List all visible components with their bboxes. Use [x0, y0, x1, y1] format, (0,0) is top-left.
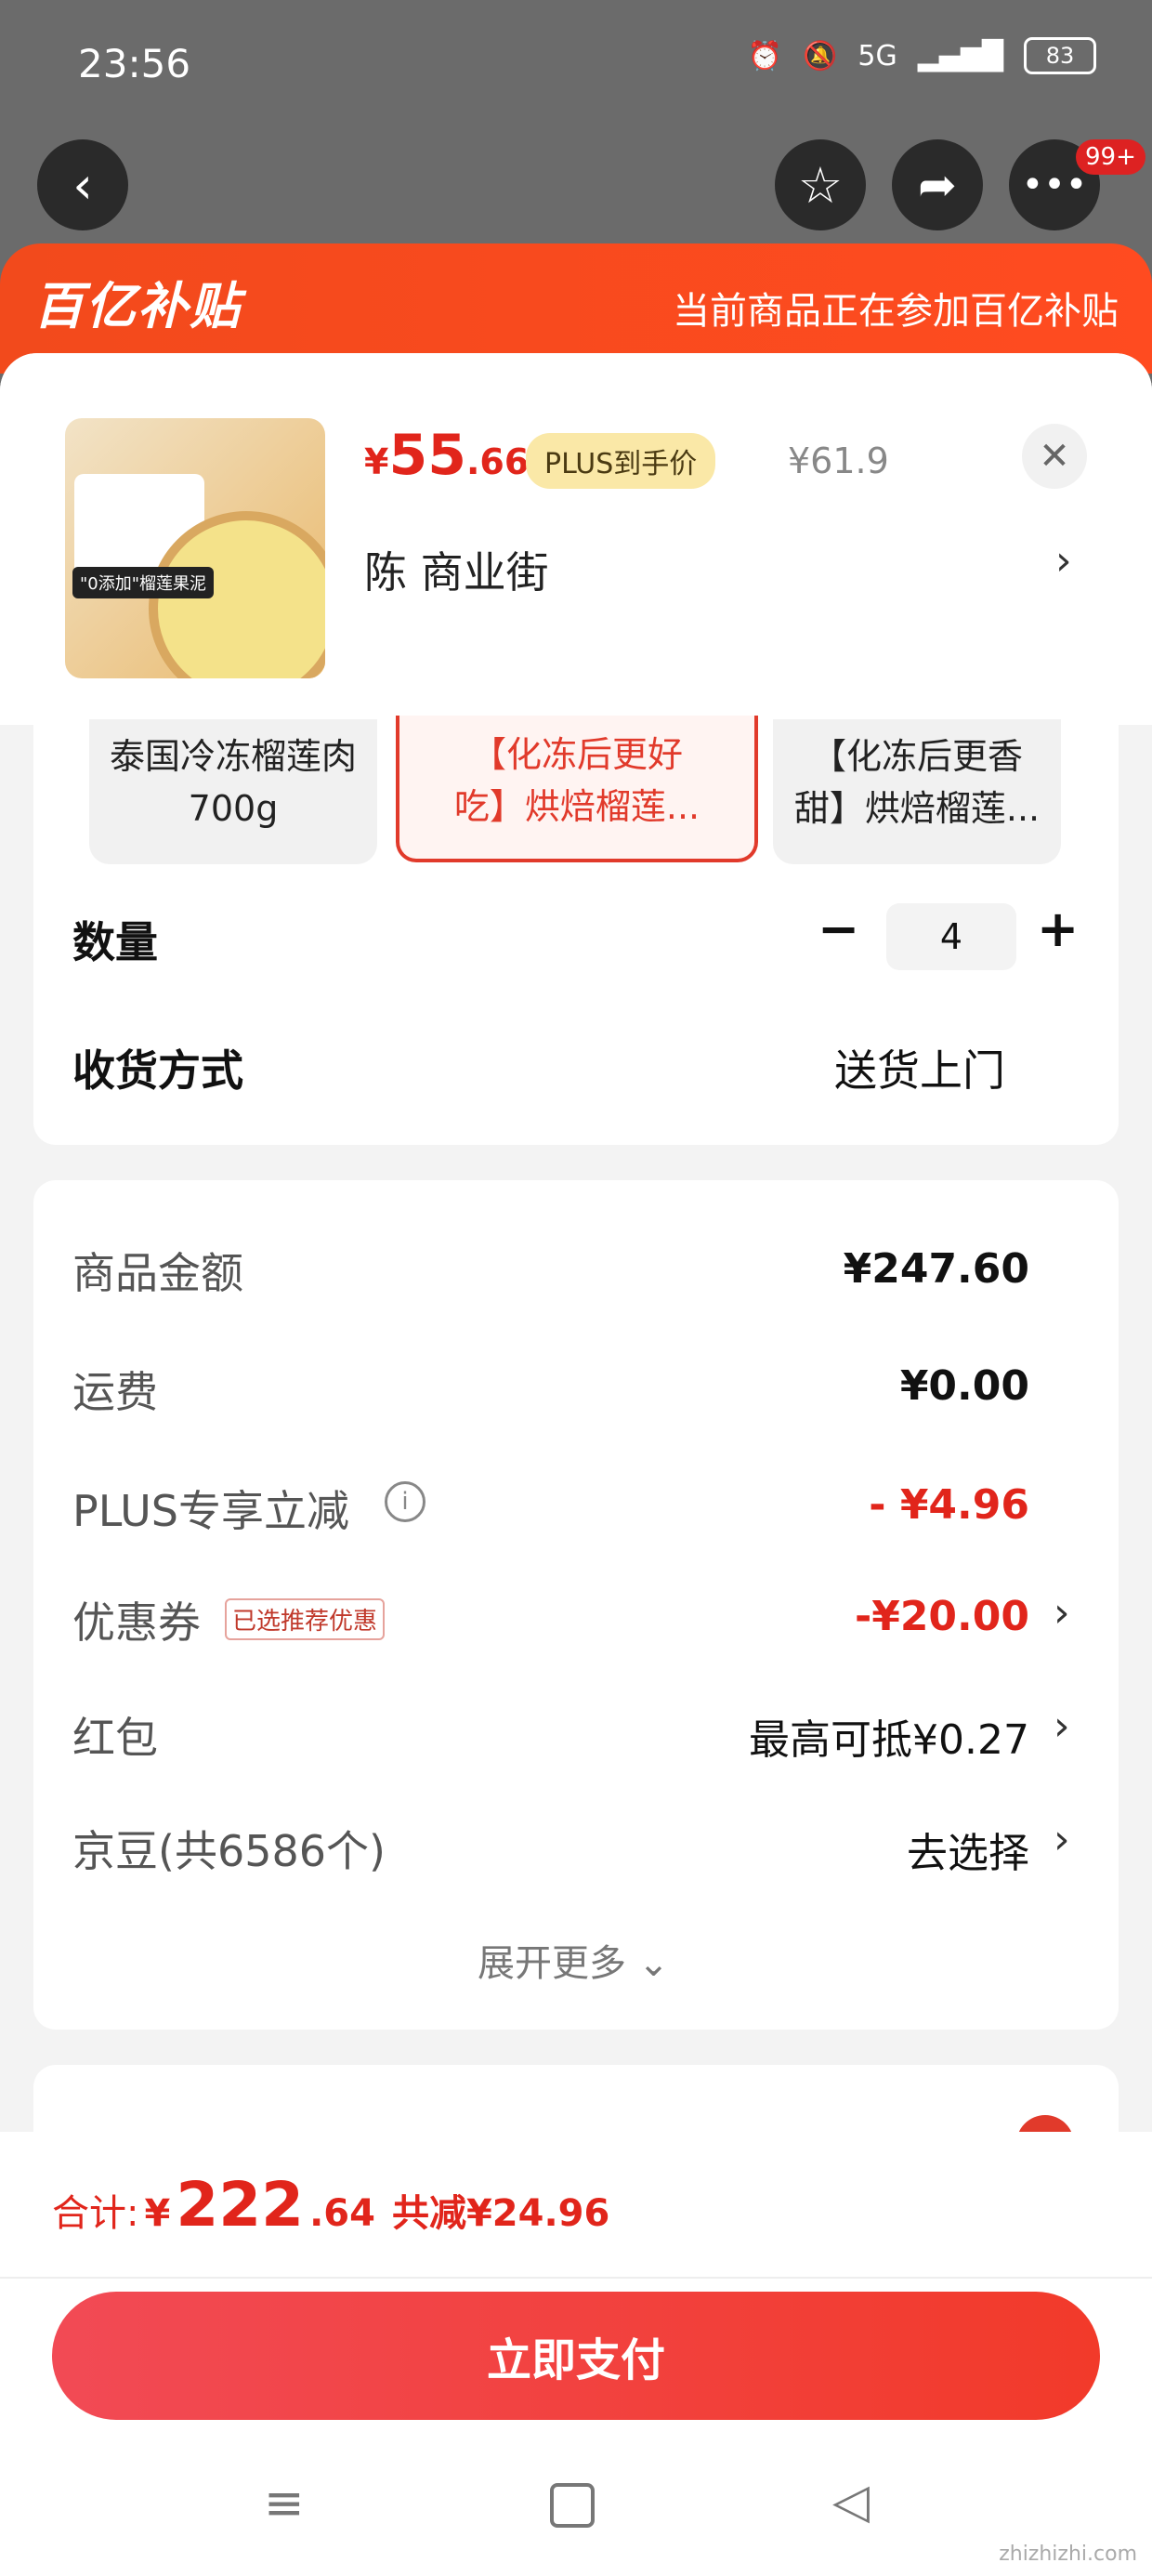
- variant-1-line2: 700g: [188, 788, 279, 829]
- info-icon[interactable]: i: [385, 1481, 425, 1522]
- product-image-label: "0添加"榴莲果泥: [72, 567, 215, 598]
- plus-discount-label: PLUS专享立减: [72, 1486, 349, 1536]
- signal-icon: ▂▄▆█: [917, 39, 1003, 72]
- coupon-label: 优惠券: [72, 1597, 201, 1648]
- price-symbol: ¥: [364, 441, 389, 482]
- checkout-divider: [0, 2277, 1152, 2279]
- variant-chip-2[interactable]: 【化冻后更好 吃】烘焙榴莲...: [396, 716, 758, 862]
- subsidy-logo: 百亿补贴: [33, 277, 242, 335]
- battery-icon: 83: [1024, 37, 1096, 74]
- total-decimal: .64: [309, 2192, 375, 2235]
- plus-price-tag: PLUS到手价: [526, 433, 716, 489]
- delivery-method-value[interactable]: 送货上门: [834, 1037, 1005, 1098]
- chevron-left-icon: ‹: [72, 155, 93, 215]
- product-price: ¥ 55 .66: [364, 423, 529, 488]
- price-decimal: .66: [465, 441, 530, 482]
- hongbao-chevron-icon[interactable]: ›: [1054, 1702, 1070, 1750]
- shipping-value: ¥0.00: [899, 1362, 1029, 1410]
- quantity-input[interactable]: 4: [886, 903, 1016, 970]
- delivery-address[interactable]: 陈 商业街: [364, 539, 549, 600]
- close-icon: ✕: [1039, 435, 1070, 478]
- plus-discount-value: - ¥4.96: [869, 1481, 1029, 1529]
- status-time: 23:56: [78, 41, 191, 86]
- price-integer: 55: [388, 423, 466, 488]
- hongbao-label: 红包: [72, 1713, 158, 1763]
- alarm-icon: ⏰: [747, 39, 782, 72]
- home-icon[interactable]: [550, 2483, 595, 2528]
- close-button[interactable]: ✕: [1022, 424, 1087, 489]
- coupon-tag: 已选推荐优惠: [225, 1598, 386, 1640]
- total-summary: 合计: ¥ 222 .64 共减¥24.96: [52, 2169, 609, 2241]
- variant-3-line2: 甜】烘焙榴莲...: [793, 788, 1041, 829]
- favorite-button[interactable]: ☆: [775, 139, 866, 230]
- variant-chip-1[interactable]: 泰国冷冻榴莲肉 700g: [89, 719, 377, 864]
- goods-amount-label: 商品金额: [72, 1248, 243, 1298]
- mute-icon: 🔕: [803, 39, 838, 72]
- hongbao-value[interactable]: 最高可抵¥0.27: [749, 1706, 1029, 1766]
- goods-amount-value: ¥247.60: [843, 1245, 1029, 1293]
- expand-more-button[interactable]: 展开更多 ⌄: [478, 1933, 669, 1987]
- chevron-down-icon: ⌄: [637, 1942, 670, 1985]
- total-label: 合计:: [52, 2192, 139, 2235]
- coupon-value[interactable]: -¥20.00: [855, 1593, 1029, 1640]
- watermark: zhizhizhi.com: [999, 2543, 1137, 2566]
- notification-badge: 99+: [1076, 139, 1145, 175]
- jingdou-chevron-icon[interactable]: ›: [1054, 1816, 1070, 1863]
- subsidy-text: 当前商品正在参加百亿补贴: [673, 290, 1119, 333]
- coupon-chevron-icon[interactable]: ›: [1054, 1589, 1070, 1636]
- quantity-label: 数量: [72, 917, 158, 967]
- status-icons: ⏰ 🔕 5G ▂▄▆█ 83: [748, 37, 1096, 74]
- total-saved: 共减¥24.96: [391, 2192, 610, 2235]
- total-integer: 222: [176, 2169, 305, 2241]
- product-image: "0添加"榴莲果泥: [65, 418, 325, 678]
- back-button[interactable]: ‹: [37, 139, 128, 230]
- expand-more-label: 展开更多: [478, 1942, 626, 1985]
- variant-1-line1: 泰国冷冻榴莲肉: [109, 736, 357, 777]
- share-icon: ➦: [918, 158, 957, 212]
- menu-icon[interactable]: ≡: [264, 2476, 305, 2531]
- original-price: ¥61.9: [788, 440, 889, 481]
- back-triangle-icon[interactable]: ◁: [832, 2474, 870, 2530]
- variant-chip-3[interactable]: 【化冻后更香 甜】烘焙榴莲...: [773, 719, 1061, 864]
- star-icon: ☆: [797, 155, 844, 215]
- quantity-decrease-button[interactable]: −: [818, 900, 859, 958]
- address-chevron-icon: ›: [1055, 537, 1072, 585]
- pay-now-button[interactable]: 立即支付: [52, 2292, 1100, 2420]
- jingdou-value[interactable]: 去选择: [907, 1820, 1029, 1879]
- more-dots-icon: •••: [1021, 164, 1088, 206]
- delivery-method-label: 收货方式: [72, 1045, 243, 1096]
- network-label: 5G: [857, 39, 897, 72]
- variant-3-line1: 【化冻后更香: [810, 736, 1023, 777]
- quantity-increase-button[interactable]: +: [1037, 900, 1079, 958]
- share-button[interactable]: ➦: [892, 139, 983, 230]
- jingdou-label: 京豆(共6586个): [72, 1826, 386, 1876]
- variant-2-line2: 吃】烘焙榴莲...: [453, 786, 700, 827]
- total-symbol: ¥: [144, 2192, 171, 2235]
- variant-2-line1: 【化冻后更好: [470, 734, 683, 775]
- shipping-label: 运费: [72, 1367, 158, 1417]
